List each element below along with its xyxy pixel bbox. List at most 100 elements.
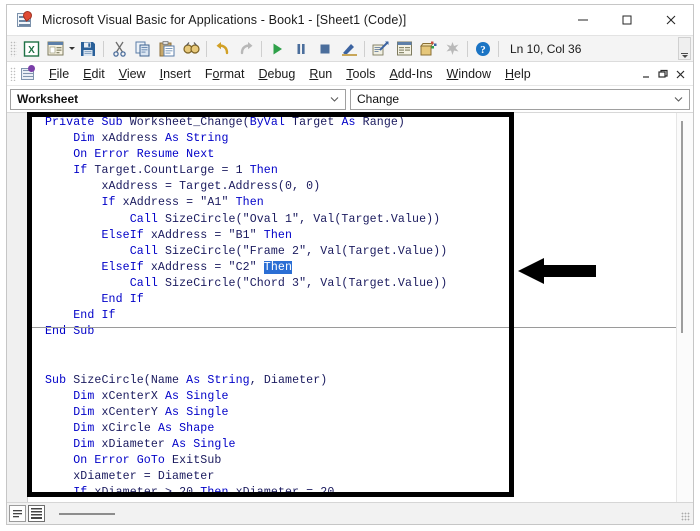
toolbox-icon[interactable] [441, 38, 463, 59]
code-line[interactable] [29, 340, 676, 356]
code-line[interactable]: Dim xCenterX As Single [29, 389, 676, 405]
code-pane-dropdown-row: Worksheet Change [7, 86, 693, 112]
mdi-restore-button[interactable] [655, 64, 672, 84]
break-icon[interactable] [290, 38, 312, 59]
chevron-down-icon[interactable] [330, 95, 339, 104]
menu-item-view[interactable]: View [112, 65, 153, 83]
vba-editor-screenshot: Microsoft Visual Basic for Applications … [0, 0, 700, 531]
code-line[interactable] [29, 356, 676, 372]
window-title: Microsoft Visual Basic for Applications … [42, 13, 407, 27]
resize-grip-icon[interactable] [681, 512, 690, 521]
procedure-separator-line [29, 327, 676, 329]
code-line[interactable]: Dim xCenterY As Single [29, 405, 676, 421]
code-line[interactable]: xAddress = Target.Address(0, 0) [29, 179, 676, 195]
menu-item-add-ins[interactable]: Add-Ins [382, 65, 439, 83]
toolbar-separator [206, 40, 207, 57]
code-line[interactable]: On Error GoTo ExitSub [29, 453, 676, 469]
cut-icon[interactable] [108, 38, 130, 59]
code-line[interactable]: If Target.CountLarge = 1 Then [29, 163, 676, 179]
insert-userform-icon[interactable] [44, 38, 66, 59]
mdi-child-controls [638, 62, 689, 86]
code-text[interactable]: Private Sub Worksheet_Change(ByVal Targe… [29, 115, 676, 502]
code-line[interactable]: Call SizeCircle("Chord 3", Val(Target.Va… [29, 276, 676, 292]
code-line[interactable]: Private Sub Worksheet_Change(ByVal Targe… [29, 115, 676, 131]
object-dropdown[interactable]: Worksheet [10, 88, 346, 110]
undo-icon[interactable] [211, 38, 233, 59]
menu-item-run[interactable]: Run [302, 65, 339, 83]
insert-dropdown-chevron-down-icon[interactable] [67, 38, 76, 59]
copy-icon[interactable] [132, 38, 154, 59]
code-vertical-scrollbar[interactable] [676, 113, 693, 502]
toolbar-separator [103, 40, 104, 57]
reset-icon[interactable] [314, 38, 336, 59]
close-button[interactable] [649, 5, 693, 35]
menu-item-insert[interactable]: Insert [153, 65, 198, 83]
code-line[interactable]: Dim xDiameter As Single [29, 437, 676, 453]
vba-project-icon [16, 9, 34, 29]
object-dropdown-value: Worksheet [17, 92, 79, 106]
menu-item-window[interactable]: Window [440, 65, 498, 83]
project-explorer-icon[interactable] [369, 38, 391, 59]
code-line[interactable]: On Error Resume Next [29, 147, 676, 163]
code-line[interactable]: Dim xAddress As String [29, 131, 676, 147]
design-mode-icon[interactable] [338, 38, 360, 59]
svg-text:X: X [28, 45, 35, 56]
menubar-grip[interactable] [10, 66, 16, 81]
code-line[interactable]: Sub SizeCircle(Name As String, Diameter) [29, 373, 676, 389]
paste-icon[interactable] [156, 38, 178, 59]
vba-control-menu-icon[interactable] [19, 64, 37, 83]
code-line[interactable]: xDiameter = Diameter [29, 469, 676, 485]
redo-icon[interactable] [235, 38, 257, 59]
code-line[interactable]: If xAddress = "A1" Then [29, 195, 676, 211]
horizontal-scrollbar[interactable] [59, 512, 115, 515]
object-browser-icon[interactable] [417, 38, 439, 59]
scrollbar-thumb[interactable] [681, 121, 683, 333]
code-pane: Private Sub Worksheet_Change(ByVal Targe… [7, 112, 693, 524]
toolbar-grip[interactable] [10, 40, 17, 57]
find-icon[interactable] [180, 38, 202, 59]
menu-item-file[interactable]: File [42, 65, 76, 83]
menu-bar: File Edit View Insert Format Debug Run T… [7, 62, 693, 86]
code-line[interactable]: Dim xCircle As Shape [29, 421, 676, 437]
code-pane-bottom-strip [7, 502, 693, 524]
menu-item-tools[interactable]: Tools [339, 65, 382, 83]
minimize-button[interactable] [561, 5, 605, 35]
mdi-close-button[interactable] [672, 64, 689, 84]
toolbar-separator [261, 40, 262, 57]
svg-text:?: ? [480, 44, 486, 56]
title-bar: Microsoft Visual Basic for Applications … [7, 5, 693, 35]
menu-item-edit[interactable]: Edit [76, 65, 112, 83]
help-icon[interactable]: ? [472, 38, 494, 59]
menu-item-debug[interactable]: Debug [251, 65, 302, 83]
toolbar-separator [467, 40, 468, 57]
code-line[interactable]: If xDiameter > 20 Then xDiameter = 20 [29, 485, 676, 501]
menu-item-help[interactable]: Help [498, 65, 538, 83]
code-line[interactable]: ElseIf xAddress = "C2" Then [29, 260, 676, 276]
code-line[interactable]: Call SizeCircle("Frame 2", Val(Target.Va… [29, 244, 676, 260]
run-icon[interactable] [266, 38, 288, 59]
toolbar-separator [498, 40, 499, 57]
procedure-view-icon[interactable] [9, 505, 26, 522]
chevron-down-icon[interactable] [674, 95, 683, 104]
properties-window-icon[interactable] [393, 38, 415, 59]
code-line[interactable]: End If [29, 292, 676, 308]
procedure-dropdown[interactable]: Change [350, 88, 690, 110]
code-line[interactable]: End If [29, 308, 676, 324]
toolbar-separator [364, 40, 365, 57]
procedure-dropdown-value: Change [357, 92, 400, 106]
full-module-view-icon[interactable] [28, 505, 45, 522]
window-controls [561, 5, 693, 35]
standard-toolbar: X ? Ln 10, Col 36 [7, 35, 693, 62]
code-editor[interactable]: Private Sub Worksheet_Change(ByVal Targe… [29, 113, 676, 502]
mdi-minimize-button[interactable] [638, 64, 655, 84]
view-excel-icon[interactable]: X [20, 38, 42, 59]
save-icon[interactable] [77, 38, 99, 59]
maximize-button[interactable] [605, 5, 649, 35]
code-line[interactable]: ElseIf xAddress = "B1" Then [29, 228, 676, 244]
code-line[interactable]: Call SizeCircle("Oval 1", Val(Target.Val… [29, 212, 676, 228]
cursor-position-label: Ln 10, Col 36 [510, 41, 582, 56]
code-margin-indicator-bar[interactable] [7, 113, 28, 502]
toolbar-overflow-icon[interactable] [678, 37, 691, 60]
menu-item-format[interactable]: Format [198, 65, 252, 83]
application-window: Microsoft Visual Basic for Applications … [6, 4, 694, 525]
